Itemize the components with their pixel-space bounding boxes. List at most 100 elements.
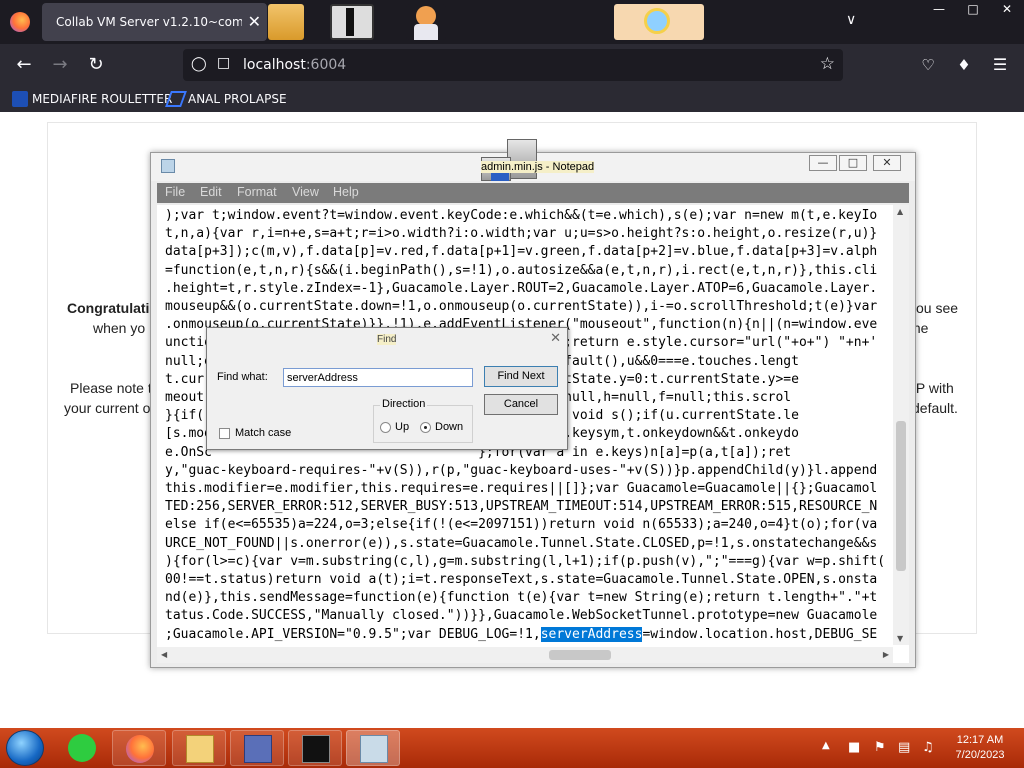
checkbox-icon[interactable] <box>219 427 230 439</box>
show-hidden-icons[interactable]: ▲ <box>822 740 830 751</box>
taskbar-notepad[interactable] <box>346 730 400 766</box>
tab-thumbnail-image[interactable] <box>330 4 374 40</box>
shield-icon[interactable]: ◯ <box>191 56 207 72</box>
reload-button[interactable]: ↻ <box>84 53 108 77</box>
horizontal-scroll-thumb[interactable] <box>549 650 611 660</box>
maximize-icon[interactable]: □ <box>839 155 867 171</box>
text-line[interactable]: URCE_NOT_FOUND||s.onerror(e)),s.state=Gu… <box>165 535 890 553</box>
direction-down-radio[interactable]: Down <box>420 421 463 433</box>
close-icon[interactable]: ✕ <box>873 155 901 171</box>
find-next-button[interactable]: Find Next <box>484 366 558 387</box>
taskbar-file-explorer[interactable] <box>172 730 226 766</box>
menu-help[interactable]: Help <box>333 185 359 199</box>
search-match-highlight[interactable]: serverAddress <box>540 626 643 642</box>
forward-button[interactable]: → <box>48 53 72 77</box>
scroll-up-icon[interactable]: ▲ <box>897 207 903 216</box>
cancel-button[interactable]: Cancel <box>484 394 558 415</box>
volume-icon[interactable]: ♫ <box>922 740 934 755</box>
text-line[interactable]: tatus.Code.SUCCESS,"Manually closed."))}… <box>165 607 890 625</box>
text-line[interactable]: .height=t,r.style.zIndex=-1},Guacamole.L… <box>165 280 890 298</box>
menu-icon[interactable]: ☰ <box>988 53 1012 77</box>
text-line[interactable]: =function(e,t,n,r){s&&(i.beginPath(),s=!… <box>165 262 890 280</box>
find-dialog[interactable]: Find ✕ Find what: Find Next Cancel Match… <box>206 327 568 450</box>
taskbar: ▲ ■ ⚑ ▤ ♫ 12:17 AM 7/20/2023 <box>0 728 1024 768</box>
page-info-icon[interactable]: □ <box>217 55 230 71</box>
up-label: Up <box>395 421 410 433</box>
direction-up-radio[interactable]: Up <box>380 421 409 433</box>
tab-thumbnail-image[interactable] <box>268 4 304 40</box>
text-line[interactable]: t,n,a){var r,i=n+e,s=a+t;r=i>o.width?i:o… <box>165 225 890 243</box>
text-line[interactable]: );var t;window.event?t=window.event.keyC… <box>165 207 890 225</box>
menu-file[interactable]: File <box>165 185 185 199</box>
window-controls: — □ ✕ <box>922 0 1024 20</box>
text-line-tail: =window.location.host,DEBUG_SE <box>642 626 878 642</box>
text-line[interactable]: ){for(l>=c){var v=m.substring(c,l),g=m.s… <box>165 553 890 571</box>
start-button[interactable] <box>6 730 44 766</box>
find-what-label: Find what: <box>217 371 268 383</box>
page-text-line: default. <box>912 400 958 416</box>
text-line[interactable]: mouseup&&(o.currentState.down=!1,o.onmou… <box>165 298 890 316</box>
menu-view[interactable]: View <box>292 185 319 199</box>
menu-format[interactable]: Format <box>237 185 277 199</box>
tab-thumbnail-image[interactable] <box>406 4 446 40</box>
pocket-icon[interactable]: ♡ <box>916 53 940 77</box>
radio-icon[interactable] <box>380 421 391 433</box>
firefox-icon <box>126 735 154 763</box>
notepad-title-bar[interactable]: admin.min.js - Notepad — □ ✕ <box>151 139 915 181</box>
vertical-scroll-thumb[interactable] <box>896 421 906 571</box>
scroll-right-icon[interactable]: ▶ <box>883 650 889 659</box>
notepad-icon <box>161 159 175 173</box>
bookmark-mediafire[interactable]: MEDIAFIRE ROULETTER <box>12 91 172 107</box>
url-text[interactable]: localhost:6004 <box>243 57 346 73</box>
back-button[interactable]: ← <box>12 53 36 77</box>
tab-thumbnail-image[interactable] <box>614 4 704 40</box>
notepad-menu-bar: File Edit Format View Help <box>157 183 909 203</box>
active-tab[interactable]: Collab VM Server v1.2.10~compute ✕ <box>42 3 267 41</box>
taskbar-firefox[interactable] <box>112 730 166 766</box>
taskbar-clock[interactable]: 12:17 AM 7/20/2023 <box>948 733 1012 763</box>
tray-app-icon[interactable]: ■ <box>848 740 860 755</box>
list-all-tabs-icon[interactable]: ∨ <box>846 12 856 28</box>
window-app-icon <box>244 735 272 763</box>
network-icon[interactable]: ▤ <box>898 740 910 755</box>
taskbar-pinned-app[interactable] <box>64 732 100 764</box>
text-line[interactable]: y,"guac-keyboard-requires-"+v(S)),r(p,"g… <box>165 462 890 480</box>
text-line[interactable]: else if(e<=65535)a=224,o=3;else{if(!(e<=… <box>165 516 890 534</box>
bookmark-anal-prolapse[interactable]: ANAL PROLAPSE <box>165 91 287 107</box>
url-port: :6004 <box>305 57 347 73</box>
maximize-icon[interactable]: □ <box>956 0 990 18</box>
close-icon[interactable]: ✕ <box>550 330 561 346</box>
tab-close-icon[interactable]: ✕ <box>248 12 261 31</box>
url-host: localhost <box>243 57 306 73</box>
menu-edit[interactable]: Edit <box>200 185 222 199</box>
find-dialog-title: Find <box>377 334 397 345</box>
text-line[interactable]: nd(e)},this.sendMessage=function(e){func… <box>165 589 890 607</box>
text-line[interactable]: TED:256,SERVER_ERROR:512,SERVER_BUSY:513… <box>165 498 890 516</box>
folder-icon <box>186 735 214 763</box>
horizontal-scrollbar[interactable]: ◀ ▶ <box>157 647 893 663</box>
taskbar-command-prompt[interactable] <box>288 730 342 766</box>
text-line[interactable]: this.modifier=e.modifier,this.requires=e… <box>165 480 890 498</box>
text-line[interactable]: data[p+3]);c(m,v),f.data[p]=v.red,f.data… <box>165 243 890 261</box>
scroll-down-icon[interactable]: ▼ <box>897 634 903 643</box>
radio-selected-icon[interactable] <box>420 421 431 433</box>
browser-tab-bar: Collab VM Server v1.2.10~compute ✕ ∨ — □… <box>0 0 1024 44</box>
extensions-icon[interactable]: ♦ <box>952 53 976 77</box>
taskbar-app-window[interactable] <box>230 730 284 766</box>
text-line[interactable]: 00!==t.status)return void a(t);i=t.respo… <box>165 571 890 589</box>
scroll-left-icon[interactable]: ◀ <box>161 650 167 659</box>
close-window-icon[interactable]: ✕ <box>990 0 1024 18</box>
find-what-input[interactable] <box>283 368 473 387</box>
firefox-icon[interactable] <box>10 12 30 32</box>
chat-app-icon <box>68 734 96 762</box>
vertical-scrollbar[interactable]: ▲ ▼ <box>893 205 909 645</box>
minimize-icon[interactable]: — <box>922 0 956 18</box>
minimize-icon[interactable]: — <box>809 155 837 171</box>
bookmark-label: MEDIAFIRE ROULETTER <box>32 92 173 106</box>
action-center-flag-icon[interactable]: ⚑ <box>874 740 886 755</box>
text-line[interactable]: ;Guacamole.API_VERSION="0.9.5";var DEBUG… <box>165 626 890 644</box>
page-text-line: you see <box>909 300 959 316</box>
url-bar[interactable]: ◯ □ localhost:6004 ☆ <box>183 49 843 81</box>
match-case-checkbox[interactable]: Match case <box>219 427 291 439</box>
bookmark-star-icon[interactable]: ☆ <box>820 54 835 74</box>
